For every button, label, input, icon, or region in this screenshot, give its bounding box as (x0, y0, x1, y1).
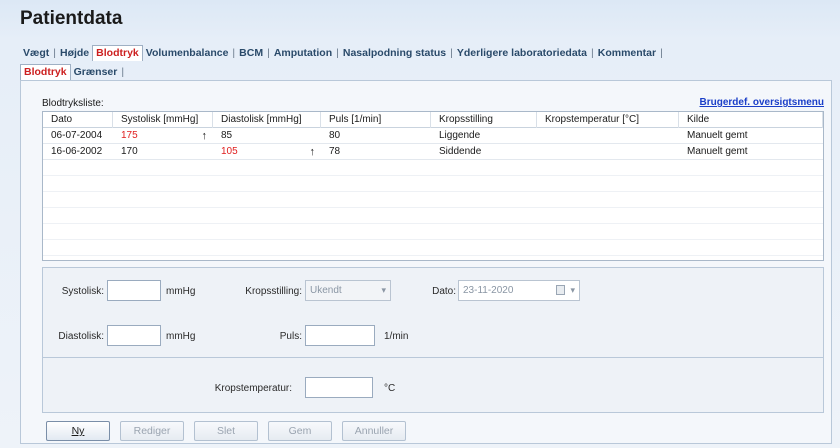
puls-unit: 1/min (384, 331, 409, 342)
dato-label: Dato: (432, 286, 456, 297)
tab-bcm[interactable]: BCM (236, 47, 266, 59)
calendar-icon (556, 285, 565, 295)
arrow-up-icon: ↑ (309, 145, 316, 158)
kropsstilling-label: Kropsstilling: (245, 286, 302, 297)
new-button[interactable]: Ny (46, 421, 110, 441)
table-row[interactable]: 16-06-2002 170 105 ↑ 78 Siddende Manuelt … (43, 144, 823, 160)
cell-kropstemperatur (537, 128, 679, 144)
kropsstilling-select[interactable]: Ukendt ▾ (305, 280, 391, 301)
dato-value: 23-11-2020 (463, 285, 514, 296)
save-button[interactable]: Gem (268, 421, 332, 441)
elevated-value: 105 (221, 145, 238, 157)
empty-row (43, 176, 823, 192)
puls-label: Puls: (279, 331, 302, 342)
cell-puls: 78 (329, 145, 341, 157)
form-divider (42, 357, 824, 358)
systolisk-input[interactable] (107, 280, 161, 301)
subtab-blodtryk[interactable]: Blodtryk (20, 64, 71, 80)
tab-amputation[interactable]: Amputation (271, 47, 335, 59)
tab-vaegt[interactable]: Vægt (20, 47, 52, 59)
cell-systolisk: 175 ↑ (113, 128, 213, 144)
empty-row (43, 224, 823, 240)
list-label: Blodtryksliste: (42, 98, 104, 109)
cell-systolisk: 170 (121, 145, 138, 157)
tab-hoejde[interactable]: Højde (57, 47, 92, 59)
cell-kropsstilling: Siddende (439, 145, 482, 157)
column-header-puls[interactable]: Puls [1/min] (321, 111, 431, 128)
dato-picker[interactable]: 23-11-2020 ▾ (458, 280, 580, 301)
column-header-systolisk[interactable]: Systolisk [mmHg] (113, 111, 213, 128)
table-header: Dato Systolisk [mmHg] Diastolisk [mmHg] … (43, 111, 823, 128)
cell-kropstemperatur (537, 144, 679, 160)
cell-diastolisk: 85 (221, 129, 233, 141)
main-tab-bar: Vægt | Højde Blodtryk Volumenbalance | BCM… (20, 44, 664, 61)
cancel-button[interactable]: Annuller (342, 421, 406, 441)
empty-row (43, 240, 823, 256)
cell-kropsstilling: Liggende (439, 129, 481, 141)
tab-nasalpodning-status[interactable]: Nasalpodning status (340, 47, 449, 59)
table-row[interactable]: 06-07-2004 175 ↑ 85 80 Liggende Manuelt g… (43, 128, 823, 144)
chevron-down-icon: ▾ (381, 285, 386, 295)
kropstemperatur-label: Kropstemperatur: (214, 383, 292, 394)
patient-data-window: Patientdata Vægt | Højde Blodtryk Volumen… (0, 0, 840, 448)
elevated-value: 175 (121, 129, 138, 141)
cell-puls: 80 (329, 129, 341, 141)
empty-row (43, 192, 823, 208)
column-header-kropsstilling[interactable]: Kropsstilling (431, 111, 537, 128)
systolisk-unit: mmHg (166, 286, 196, 297)
tab-blodtryk[interactable]: Blodtryk (92, 44, 143, 61)
sub-tab-bar: Blodtryk Grænser | (20, 64, 125, 80)
systolisk-label: Systolisk: (61, 286, 104, 297)
cell-dato: 16-06-2002 (51, 145, 103, 157)
tab-volumenbalance[interactable]: Volumenbalance (143, 47, 232, 59)
empty-row (43, 208, 823, 224)
puls-input[interactable] (305, 325, 375, 346)
cell-kilde: Manuelt gemt (687, 145, 748, 157)
custom-overview-menu-link[interactable]: Brugerdef. oversigtsmenu (700, 97, 824, 108)
cell-diastolisk: 105 ↑ (213, 144, 321, 160)
diastolisk-label: Diastolisk: (58, 331, 104, 342)
diastolisk-input[interactable] (107, 325, 161, 346)
column-header-diastolisk[interactable]: Diastolisk [mmHg] (213, 111, 321, 128)
delete-button[interactable]: Slet (194, 421, 258, 441)
cell-kilde: Manuelt gemt (687, 129, 748, 141)
kropstemperatur-input[interactable] (305, 377, 373, 398)
column-header-kilde[interactable]: Kilde (679, 111, 823, 128)
column-header-kropstemperatur[interactable]: Kropstemperatur [°C] (537, 111, 679, 128)
column-header-dato[interactable]: Dato (43, 111, 113, 128)
diastolisk-unit: mmHg (166, 331, 196, 342)
tab-kommentar[interactable]: Kommentar (595, 47, 659, 59)
cell-dato: 06-07-2004 (51, 129, 103, 141)
subtab-graenser[interactable]: Grænser (71, 66, 121, 78)
page-title: Patientdata (20, 8, 123, 29)
kropstemperatur-unit: °C (384, 383, 396, 394)
tab-yderligere-laboratoriedata[interactable]: Yderligere laboratoriedata (454, 47, 590, 59)
chevron-down-icon: ▾ (570, 285, 575, 295)
arrow-up-icon: ↑ (201, 129, 208, 142)
kropsstilling-selected: Ukendt (310, 285, 342, 296)
empty-row (43, 160, 823, 176)
blood-pressure-table: Dato Systolisk [mmHg] Diastolisk [mmHg] … (42, 111, 824, 261)
edit-button[interactable]: Rediger (120, 421, 184, 441)
